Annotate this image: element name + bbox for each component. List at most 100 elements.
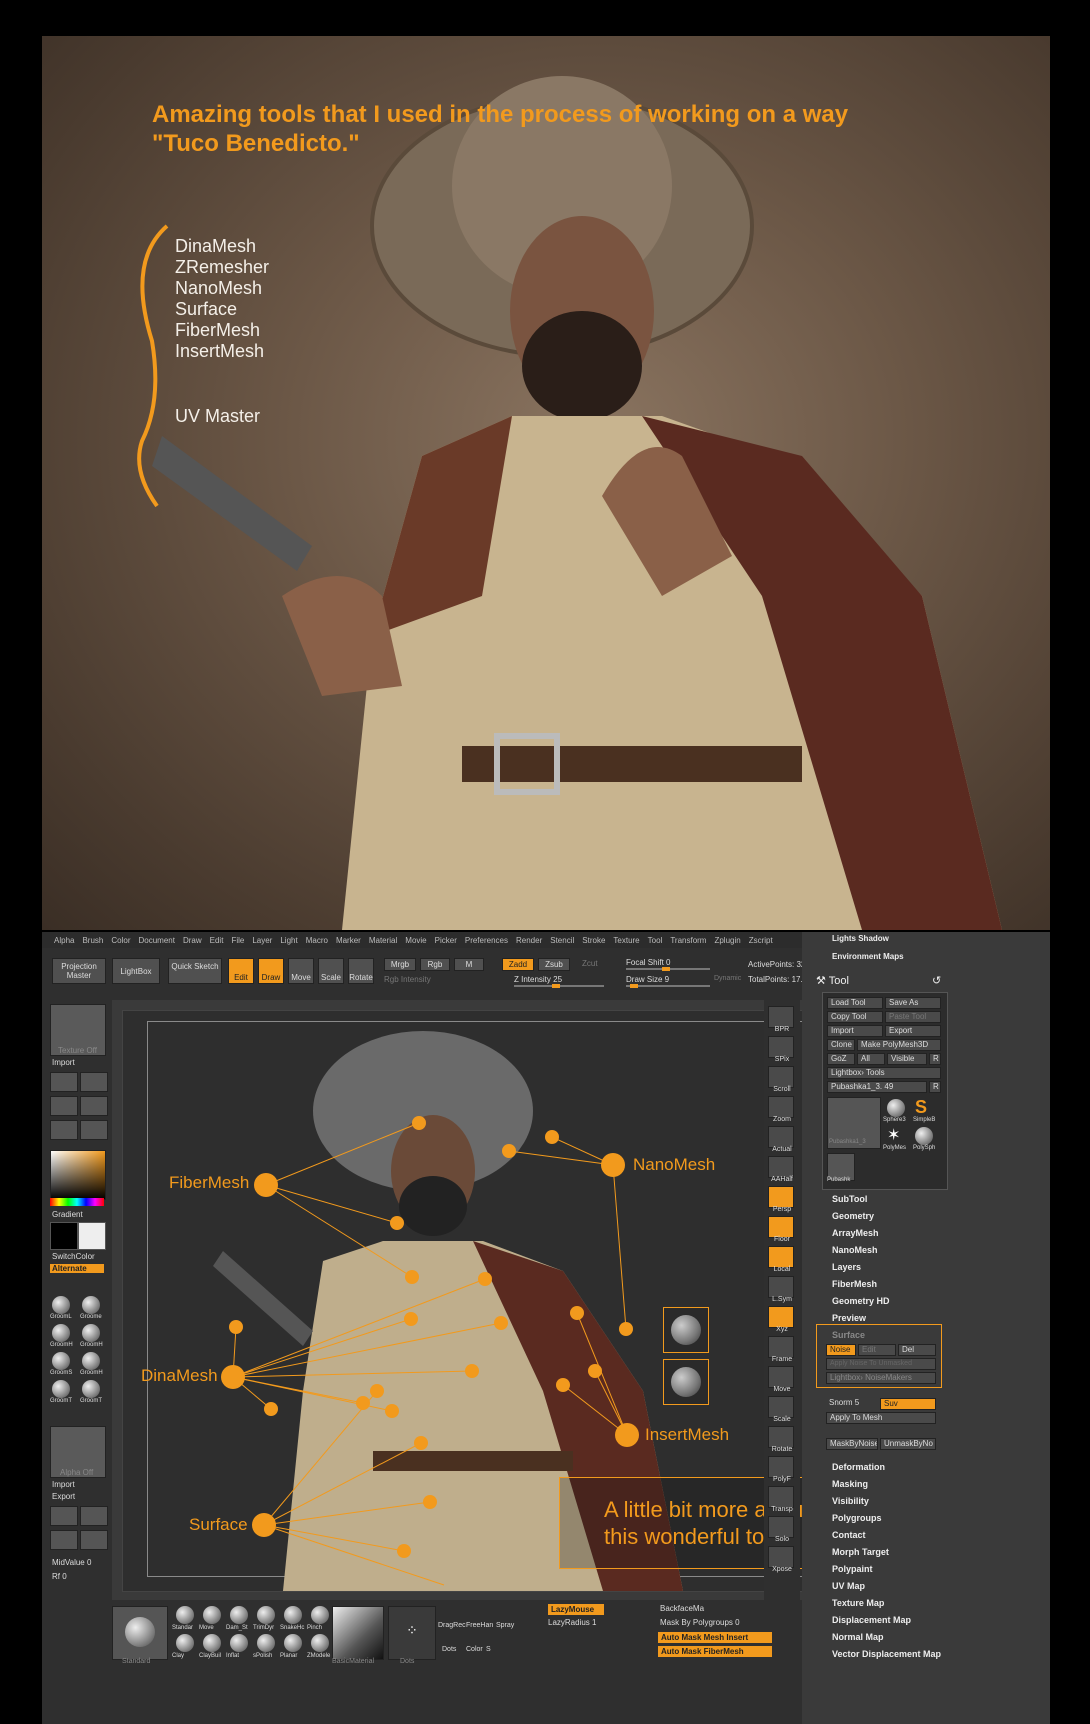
zcut-button[interactable]: Zcut — [582, 959, 598, 968]
menu-item[interactable]: Texture — [613, 936, 639, 945]
layers-item[interactable]: Layers — [832, 1262, 861, 1272]
make-polymesh-button[interactable]: Make PolyMesh3D — [857, 1039, 941, 1051]
menu-item[interactable]: Movie — [405, 936, 426, 945]
menu-item[interactable]: Material — [369, 936, 397, 945]
simplebrush-tool-icon[interactable]: S — [915, 1097, 927, 1118]
groom-brush-icon[interactable] — [82, 1324, 100, 1342]
insert-brush-icon[interactable] — [663, 1307, 709, 1353]
flip-h-icon[interactable] — [50, 1096, 78, 1116]
menu-item[interactable]: Layer — [252, 936, 272, 945]
preview-item[interactable]: Preview — [832, 1313, 866, 1323]
alpha-import-button[interactable]: Import — [52, 1480, 75, 1489]
groom-brush-icon[interactable] — [82, 1296, 100, 1314]
backface-mask-toggle[interactable]: BackfaceMa — [660, 1604, 704, 1613]
s-stroke[interactable]: S — [486, 1646, 491, 1653]
lazyradius-slider[interactable]: LazyRadius 1 — [548, 1618, 596, 1627]
brush-icon[interactable] — [176, 1606, 194, 1624]
menu-item[interactable]: File — [231, 936, 244, 945]
brush-icon[interactable] — [230, 1606, 248, 1624]
r-button[interactable]: R — [929, 1081, 941, 1093]
m-button[interactable]: M — [454, 958, 484, 971]
switch-color-button[interactable]: SwitchColor — [52, 1252, 95, 1261]
brush-icon[interactable] — [284, 1606, 302, 1624]
menu-item[interactable]: Zscript — [749, 936, 773, 945]
import-button[interactable]: Import — [827, 1025, 883, 1037]
displacement-map-item[interactable]: Displacement Map — [832, 1615, 911, 1625]
sphere-tool-icon[interactable] — [887, 1099, 905, 1117]
noise-button[interactable]: Noise — [826, 1344, 856, 1356]
shelf-button[interactable] — [768, 1426, 794, 1448]
menu-item[interactable]: Draw — [183, 936, 202, 945]
draw-button[interactable]: Draw — [258, 958, 284, 984]
groom-brush-icon[interactable] — [52, 1380, 70, 1398]
masking-item[interactable]: Masking — [832, 1479, 868, 1489]
uv-map-item[interactable]: UV Map — [832, 1581, 865, 1591]
menu-item[interactable]: Document — [139, 936, 175, 945]
insert-brush-icon[interactable] — [663, 1359, 709, 1405]
shelf-button[interactable] — [768, 1456, 794, 1478]
draw-size-track[interactable] — [626, 985, 710, 987]
quick-sketch-button[interactable]: Quick Sketch — [168, 958, 222, 984]
shelf-button[interactable] — [768, 1186, 794, 1208]
shelf-button[interactable] — [768, 1216, 794, 1238]
main-color-swatch[interactable] — [50, 1222, 78, 1250]
reset-icon[interactable]: ↺ — [932, 974, 941, 987]
shelf-button[interactable] — [768, 1336, 794, 1358]
menu-item[interactable]: Light — [280, 936, 297, 945]
alpha-export-button[interactable]: Export — [52, 1492, 75, 1501]
draw-size-knob[interactable] — [630, 984, 638, 988]
brush-icon[interactable] — [230, 1634, 248, 1652]
dynamic-toggle[interactable]: Dynamic — [714, 975, 741, 982]
current-brush-slot[interactable] — [112, 1606, 168, 1660]
texture-import-button[interactable]: Import — [52, 1058, 75, 1067]
alpha-flip-h-icon[interactable] — [50, 1506, 78, 1526]
brush-icon[interactable] — [203, 1634, 221, 1652]
shelf-button[interactable] — [768, 1276, 794, 1298]
move-button[interactable]: Move — [288, 958, 314, 984]
auto-mask-fiber-button[interactable]: Auto Mask FiberMesh — [658, 1646, 772, 1657]
lightbox-button[interactable]: LightBox — [112, 958, 160, 984]
polysphere-tool-icon[interactable] — [915, 1127, 933, 1145]
secondary-color-swatch[interactable] — [78, 1222, 106, 1250]
lights-shadow-item[interactable]: Lights Shadow — [832, 934, 889, 943]
shelf-button[interactable] — [768, 1516, 794, 1538]
invert-texture-icon[interactable] — [80, 1120, 108, 1140]
texture-map-item[interactable]: Texture Map — [832, 1598, 884, 1608]
texture-thumb-icon[interactable] — [80, 1072, 108, 1092]
menu-item[interactable]: Macro — [306, 936, 328, 945]
menu-item[interactable]: Picker — [435, 936, 457, 945]
polymesh-star-icon[interactable]: ✶ — [887, 1125, 900, 1145]
apply-to-mesh-button[interactable]: Apply To Mesh — [826, 1412, 936, 1424]
zsub-button[interactable]: Zsub — [538, 958, 570, 971]
focal-shift-slider[interactable]: Focal Shift 0 — [626, 958, 670, 967]
menu-item[interactable]: Zplugin — [714, 936, 740, 945]
load-tool-button[interactable]: Load Tool — [827, 997, 883, 1009]
groom-brush-icon[interactable] — [82, 1380, 100, 1398]
apply-noise-unmasked-button[interactable]: Apply Noise To Unmasked — [826, 1358, 936, 1370]
shelf-button[interactable] — [768, 1126, 794, 1148]
scale-button[interactable]: Scale — [318, 958, 344, 984]
unmask-by-noise-button[interactable]: UnmaskByNo — [880, 1438, 936, 1450]
shelf-button[interactable] — [768, 1396, 794, 1418]
groom-brush-icon[interactable] — [52, 1324, 70, 1342]
rotate-texture-icon[interactable] — [50, 1120, 78, 1140]
visibility-item[interactable]: Visibility — [832, 1496, 869, 1506]
brush-icon[interactable] — [284, 1634, 302, 1652]
polypaint-item[interactable]: Polypaint — [832, 1564, 873, 1574]
z-intensity-slider[interactable]: Z Intensity 25 — [514, 975, 562, 984]
subtool-item[interactable]: SubTool — [832, 1194, 867, 1204]
suv-button[interactable]: Suv — [880, 1398, 936, 1410]
alpha-rotate-icon[interactable] — [50, 1530, 78, 1550]
shelf-button[interactable] — [768, 1156, 794, 1178]
all-button[interactable]: All — [857, 1053, 885, 1065]
rgb-intensity-slider[interactable]: Rgb Intensity — [384, 975, 431, 984]
copy-tool-button[interactable]: Copy Tool — [827, 1011, 883, 1023]
polygroups-item[interactable]: Polygroups — [832, 1513, 882, 1523]
color-stroke[interactable]: Color — [466, 1646, 483, 1653]
rgb-button[interactable]: Rgb — [420, 958, 450, 971]
shelf-button[interactable] — [768, 1006, 794, 1028]
r-button[interactable]: R — [929, 1053, 941, 1065]
edit-button[interactable]: Edit — [228, 958, 254, 984]
flip-v-icon[interactable] — [80, 1096, 108, 1116]
nanomesh-item[interactable]: NanoMesh — [832, 1245, 878, 1255]
